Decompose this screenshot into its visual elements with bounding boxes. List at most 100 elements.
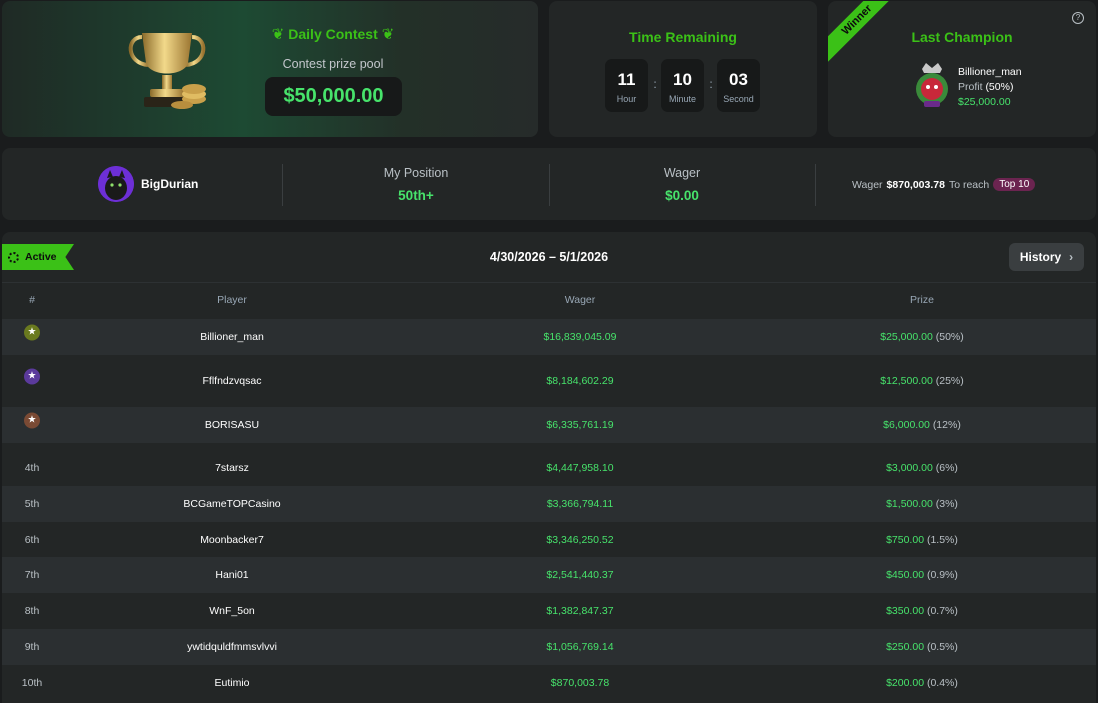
prize-amount: $450.00 xyxy=(886,569,925,581)
prize-cell: $350.00 (0.7%) xyxy=(822,605,1022,617)
seconds-unit: Second xyxy=(723,94,754,104)
player-cell: BCGameTOPCasino xyxy=(183,498,281,510)
timer-seconds: 03 Second xyxy=(717,59,760,112)
divider xyxy=(549,164,550,206)
col-player: Player xyxy=(217,294,247,306)
profit-label: Profit xyxy=(958,81,983,93)
rank-cell xyxy=(2,324,62,344)
time-remaining-title: Time Remaining xyxy=(629,29,737,45)
prize-cell: $25,000.00 (50%) xyxy=(822,331,1022,343)
my-stats-bar: BigDurian My Position 50th+ Wager $0.00 … xyxy=(2,148,1096,220)
bronze-medal-icon xyxy=(24,412,40,429)
prize-cell: $1,500.00 (3%) xyxy=(822,498,1022,510)
player-cell: Hani01 xyxy=(215,569,249,581)
wager-to-reach: Wager $870,003.78 To reach Top 10 xyxy=(852,178,1036,191)
profit-percent: (50%) xyxy=(985,81,1014,93)
prize-cell: $200.00 (0.4%) xyxy=(822,677,1022,689)
user-avatar xyxy=(98,166,134,202)
col-wager: Wager xyxy=(564,294,596,306)
prize-amount: $6,000.00 xyxy=(883,419,930,431)
prize-amount: $350.00 xyxy=(886,605,925,617)
prize-percent: (0.4%) xyxy=(926,677,958,689)
rank-cell: 6th xyxy=(24,534,40,546)
col-prize: Prize xyxy=(910,294,934,306)
contest-title-text: Daily Contest xyxy=(288,26,378,42)
chevron-right-icon: › xyxy=(1069,250,1074,264)
my-position-label: My Position xyxy=(383,166,449,180)
table-row[interactable]: Billioner_man $16,839,045.09 $25,000.00 … xyxy=(2,319,1096,355)
laurel-left-icon: ❦ xyxy=(271,26,285,43)
table-row[interactable]: 6th Moonbacker7 $3,346,250.52 $750.00 (1… xyxy=(2,522,1096,558)
rank-cell: 5th xyxy=(24,498,40,510)
wager-cell: $3,346,250.52 xyxy=(546,534,614,546)
wager-cell: $1,382,847.37 xyxy=(546,605,614,617)
prize-percent: (0.7%) xyxy=(926,605,958,617)
wager-cell: $1,056,769.14 xyxy=(546,641,614,653)
table-row[interactable]: 4th 7starsz $4,447,958.10 $3,000.00 (6%) xyxy=(2,450,1096,486)
gold-medal-icon xyxy=(24,324,40,341)
timer-separator: : xyxy=(653,77,657,91)
champion-name: Billioner_man xyxy=(958,66,1022,78)
divider xyxy=(282,164,283,206)
rank-cell xyxy=(2,368,62,388)
daily-contest-card: ❦ Daily Contest ❦ Contest prize pool $50,0… xyxy=(2,1,538,137)
wager-cell: $8,184,602.29 xyxy=(546,375,614,387)
champion-avatar xyxy=(916,63,948,107)
contest-title: ❦ Daily Contest ❦ xyxy=(270,25,396,44)
prize-cell: $250.00 (0.5%) xyxy=(822,641,1022,653)
table-row[interactable]: BORISASU $6,335,761.19 $6,000.00 (12%) xyxy=(2,407,1096,443)
prize-percent: (0.5%) xyxy=(926,641,958,653)
wager-cell: $16,839,045.09 xyxy=(543,331,617,343)
my-wager: Wager $0.00 xyxy=(602,166,762,203)
champion-amount: $25,000.00 xyxy=(958,96,1011,108)
prize-amount: $25,000.00 xyxy=(880,331,933,343)
player-cell: 7starsz xyxy=(215,462,249,474)
player-cell: Eutimio xyxy=(214,677,250,689)
wager-cell: $3,366,794.11 xyxy=(546,498,614,510)
username: BigDurian xyxy=(141,177,199,191)
time-remaining-card: Time Remaining 11 Hour : 10 Minute : 03 … xyxy=(549,1,817,137)
wager-cell: $6,335,761.19 xyxy=(546,419,614,431)
table-row[interactable]: Fflfndzvqsac $8,184,602.29 $12,500.00 (2… xyxy=(2,363,1096,399)
current-user[interactable]: BigDurian xyxy=(98,166,198,202)
prize-percent: (1.5%) xyxy=(926,534,958,546)
last-champion-title: Last Champion xyxy=(911,29,1013,45)
player-cell: ywtidquldfmmsvlvvi xyxy=(187,641,277,653)
reach-text: To reach xyxy=(948,178,990,191)
prize-cell: $750.00 (1.5%) xyxy=(822,534,1022,546)
player-cell: Moonbacker7 xyxy=(200,534,264,546)
my-position-value: 50th+ xyxy=(398,188,434,203)
prize-amount: $12,500.00 xyxy=(880,375,933,387)
my-wager-value: $0.00 xyxy=(665,188,699,203)
history-label: History xyxy=(1019,250,1062,264)
help-icon[interactable]: ? xyxy=(1072,12,1084,24)
player-cell: Fflfndzvqsac xyxy=(202,375,262,387)
col-rank: # xyxy=(29,294,35,306)
reach-amount: $870,003.78 xyxy=(886,178,945,191)
wager-cell: $2,541,440.37 xyxy=(546,569,614,581)
player-cell: WnF_5on xyxy=(209,605,255,617)
my-wager-label: Wager xyxy=(663,166,701,180)
hours-unit: Hour xyxy=(616,94,637,104)
table-row[interactable]: 9th ywtidquldfmmsvlvvi $1,056,769.14 $25… xyxy=(2,629,1096,665)
player-cell: BORISASU xyxy=(204,419,260,431)
reach-prefix: Wager xyxy=(852,178,883,191)
timer-hours: 11 Hour xyxy=(605,59,648,112)
rank-cell: 10th xyxy=(21,677,43,689)
history-button[interactable]: History › xyxy=(1009,243,1084,271)
laurel-right-icon: ❦ xyxy=(381,26,395,43)
rank-cell: 8th xyxy=(24,605,40,617)
prize-percent: (25%) xyxy=(935,375,964,387)
wager-cell: $4,447,958.10 xyxy=(546,462,614,474)
table-row[interactable]: 7th Hani01 $2,541,440.37 $450.00 (0.9%) xyxy=(2,557,1096,593)
table-row[interactable]: 5th BCGameTOPCasino $3,366,794.11 $1,500… xyxy=(2,486,1096,522)
prize-amount: $750.00 xyxy=(886,534,925,546)
timer-minutes: 10 Minute xyxy=(661,59,704,112)
champion-profit: Profit (50%) xyxy=(958,80,1022,95)
hours-value: 11 xyxy=(617,70,636,89)
prize-percent: (50%) xyxy=(935,331,964,343)
prize-cell: $12,500.00 (25%) xyxy=(822,375,1022,387)
table-row[interactable]: 8th WnF_5on $1,382,847.37 $350.00 (0.7%) xyxy=(2,593,1096,629)
table-row[interactable]: 10th Eutimio $870,003.78 $200.00 (0.4%) xyxy=(2,665,1096,701)
prize-cell: $450.00 (0.9%) xyxy=(822,569,1022,581)
